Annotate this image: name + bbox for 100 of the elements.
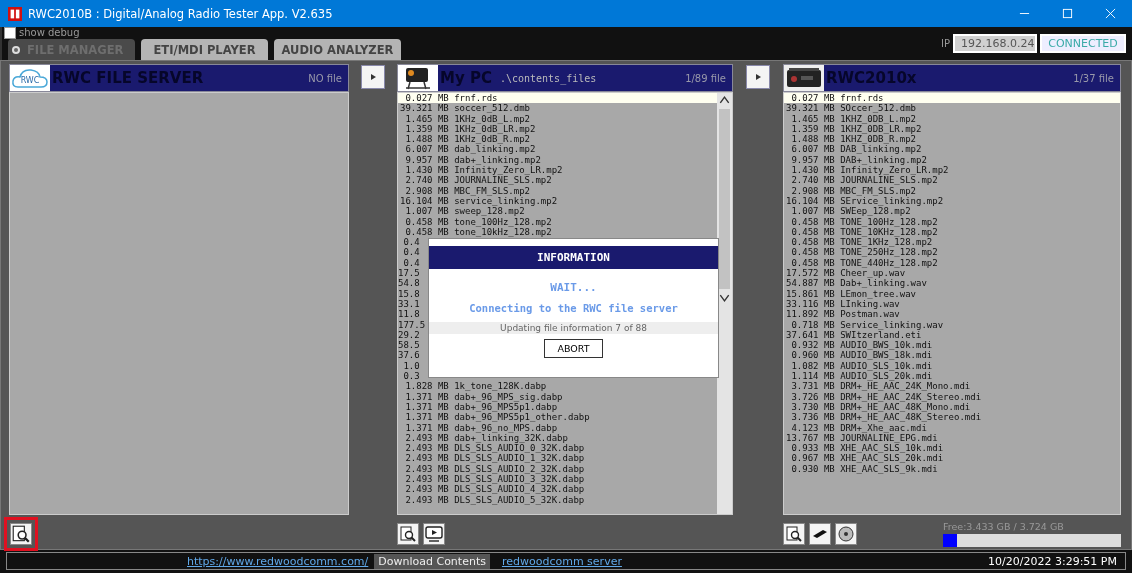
file-row[interactable]: 2.740 MB JOURNALINE_SLS.mp2	[784, 175, 1120, 186]
ip-field[interactable]: 192.168.0.24	[953, 34, 1037, 53]
file-row[interactable]: 0.932 MB AUDIO_BWS_10k.mdi	[784, 340, 1120, 351]
file-row[interactable]: 2.908 MB MBC_FM_SLS.mp2	[398, 185, 717, 196]
transfer-button[interactable]	[361, 65, 385, 89]
file-row[interactable]: 2.908 MB MBC_FM_SLS.mp2	[784, 185, 1120, 196]
file-row[interactable]: 1.007 MB SWEep_128.mp2	[784, 206, 1120, 217]
device-button[interactable]	[809, 523, 831, 545]
file-row[interactable]: 1.828 MB 1k_tone_128K.dabp	[398, 381, 717, 392]
file-row[interactable]: 1.371 MB dab+_96_MPS5p1.dabp	[398, 401, 717, 413]
file-row[interactable]: 0.458 MB TONE_100Hz_128.mp2	[784, 216, 1120, 227]
debug-label: show debug	[19, 27, 80, 38]
file-row[interactable]: 0.027 MB frnf.rds	[398, 93, 717, 104]
panel-title: RWC FILE SERVER	[52, 69, 204, 87]
dialog-title: INFORMATION	[429, 246, 718, 269]
file-row[interactable]: 0.718 MB Service_linking.wav	[784, 319, 1120, 330]
disk-button[interactable]	[835, 523, 857, 545]
computer-icon	[398, 65, 438, 91]
file-row[interactable]: 2.493 MB DLS_SLS_AUDIO_3_32K.dabp	[398, 474, 717, 485]
file-row[interactable]: 2.493 MB DLS_SLS_AUDIO_4_32K.dabp	[398, 484, 717, 495]
file-row[interactable]: 1.465 MB 1KHZ_0DB_L.mp2	[784, 113, 1120, 124]
search-icon	[11, 524, 31, 544]
file-row[interactable]: 0.458 MB TONE_10KHz_128.mp2	[784, 226, 1120, 238]
file-row[interactable]: 1.371 MB dab+_96_MPS5p1_other.dabp	[398, 412, 717, 423]
file-row[interactable]: 1.488 MB 1KHZ_0DB_R.mp2	[784, 134, 1120, 145]
file-row[interactable]: 1.371 MB dab+_96_no_MPS.dabp	[398, 422, 717, 433]
file-row[interactable]: 1.114 MB AUDIO_SLS_20k.mdi	[784, 371, 1120, 382]
file-row[interactable]: 13.767 MB JOURNALINE_EPG.mdi	[784, 432, 1120, 444]
file-row[interactable]: 0.458 MB tone_100Hz_128.mp2	[398, 216, 717, 227]
file-row[interactable]: 1.082 MB AUDIO_SLS_10k.mdi	[784, 360, 1120, 371]
file-row[interactable]: 39.321 MB SOccer_512.dmb	[784, 103, 1120, 114]
file-row[interactable]: 0.458 MB TONE_440Hz_128.mp2	[784, 257, 1120, 269]
abort-button[interactable]: ABORT	[544, 339, 603, 358]
date-time: 10/20/2022 3:29:51 PM	[988, 554, 1117, 568]
window-title: RWC2010B : Digital/Analog Radio Tester App. V2.635	[28, 6, 333, 21]
file-row[interactable]: 1.359 MB 1KHz_0dB_LR.mp2	[398, 123, 717, 135]
file-row[interactable]: 16.104 MB service_linking.mp2	[398, 195, 717, 207]
file-row[interactable]: 3.730 MB DRM+_HE_AAC_48K_Mono.mdi	[784, 401, 1120, 413]
download-button[interactable]: Download Contents	[374, 553, 490, 569]
file-row[interactable]: 1.430 MB Infinity_Zero_LR.mp2	[784, 165, 1120, 176]
file-row[interactable]: 2.493 MB dab+_linking_32K.dabp	[398, 432, 717, 444]
file-row[interactable]: 1.488 MB 1KHz_0dB_R.mp2	[398, 134, 717, 145]
connection-status: CONNECTED	[1040, 34, 1126, 53]
file-row[interactable]: 0.458 MB TONE_250Hz_128.mp2	[784, 247, 1120, 258]
file-row[interactable]: 17.572 MB Cheer_up.wav	[784, 268, 1120, 279]
scrollbar[interactable]	[717, 93, 732, 514]
file-row[interactable]: 1.359 MB 1KHZ_0DB_LR.mp2	[784, 123, 1120, 135]
file-count: 1/89 file	[685, 72, 726, 84]
file-row[interactable]: 3.736 MB DRM+_HE_AAC_48K_Stereo.mdi	[784, 412, 1120, 423]
file-row[interactable]: 0.930 MB XHE_AAC_SLS_9k.mdi	[784, 463, 1120, 474]
play-icon	[369, 73, 377, 81]
search-button[interactable]	[397, 523, 419, 545]
app-logo-icon	[8, 6, 22, 21]
file-row[interactable]: 39.321 MB soccer_512.dmb	[398, 103, 717, 114]
file-row[interactable]: 0.967 MB XHE_AAC_SLS_20k.mdi	[784, 453, 1120, 464]
file-row[interactable]: 54.887 MB Dab+_linking.wav	[784, 278, 1120, 289]
file-row[interactable]: 6.007 MB DAB_linking.mp2	[784, 144, 1120, 155]
file-row[interactable]: 2.740 MB JOURNALINE_SLS.mp2	[398, 175, 717, 186]
file-row[interactable]: 9.957 MB DAB+_linking.mp2	[784, 154, 1120, 166]
tab[interactable]: AUDIO ANALYZER	[274, 39, 401, 60]
radio-icon	[11, 44, 21, 55]
file-row[interactable]: 9.957 MB dab+_linking.mp2	[398, 154, 717, 166]
file-row[interactable]: 4.123 MB DRM+_Xhe_aac.mdi	[784, 422, 1120, 433]
search-button[interactable]	[783, 523, 805, 545]
file-row[interactable]: 16.104 MB SErvice_linking.mp2	[784, 195, 1120, 207]
file-row[interactable]: 6.007 MB dab_linking.mp2	[398, 144, 717, 155]
file-row[interactable]: 2.493 MB DLS_SLS_AUDIO_5_32K.dabp	[398, 494, 717, 505]
dialog-heading: WAIT...	[550, 281, 597, 294]
file-row[interactable]: 11.892 MB Postman.wav	[784, 309, 1120, 320]
website-link[interactable]: https://www.redwoodcomm.com/	[187, 554, 369, 568]
file-row[interactable]: 0.960 MB AUDIO_BWS_18k.mdi	[784, 350, 1120, 361]
progress-text: Updating file information 7 of 88	[429, 322, 718, 334]
search-icon	[399, 525, 417, 543]
file-row[interactable]: 3.731 MB DRM+_HE_AAC_24K_Mono.mdi	[784, 381, 1120, 392]
server-link[interactable]: redwoodcomm server	[501, 554, 622, 568]
cloud-logo: RWC	[10, 65, 50, 91]
file-row[interactable]: 37.641 MB SWItzerland.eti	[784, 329, 1120, 341]
folder-path: .\contents_files	[499, 72, 597, 84]
file-row[interactable]: 33.116 MB LInking.wav	[784, 298, 1120, 310]
search-button[interactable]	[4, 517, 38, 551]
file-row[interactable]: 15.861 MB LEmon_tree.wav	[784, 288, 1120, 299]
file-row[interactable]: 2.493 MB DLS_SLS_AUDIO_0_32K.dabp	[398, 443, 717, 454]
file-row[interactable]: 1.465 MB 1KHz_0dB_L.mp2	[398, 113, 717, 124]
search-icon	[785, 525, 803, 543]
file-row[interactable]: 2.493 MB DLS_SLS_AUDIO_2_32K.dabp	[398, 463, 717, 474]
file-row[interactable]: 3.726 MB DRM+_HE_AAC_24K_Stereo.mdi	[784, 391, 1120, 402]
video-button[interactable]	[423, 523, 445, 545]
file-row[interactable]: 0.458 MB tone_10kHz_128.mp2	[398, 226, 717, 238]
file-row[interactable]: 1.430 MB Infinity_Zero_LR.mp2	[398, 165, 717, 176]
file-count: NO file	[308, 72, 342, 84]
file-row[interactable]: 1.371 MB dab+_96_MPS_sig.dabp	[398, 391, 717, 402]
transfer-button[interactable]	[746, 65, 770, 89]
file-row[interactable]: 0.458 MB TONE_1KHz_128.mp2	[784, 237, 1120, 248]
file-row[interactable]: 1.007 MB sweep_128.mp2	[398, 206, 717, 217]
file-row[interactable]: 2.493 MB DLS_SLS_AUDIO_1_32K.dabp	[398, 453, 717, 464]
file-row[interactable]: 0.027 MB frnf.rds	[784, 93, 1120, 104]
tab[interactable]: ETI/MDI PLAYER	[141, 39, 268, 60]
free-space: Free:3.433 GB / 3.724 GB	[943, 521, 1065, 532]
file-row[interactable]: 0.933 MB XHE_AAC_SLS_10k.mdi	[784, 443, 1120, 454]
panel-title: RWC2010x	[826, 69, 917, 87]
